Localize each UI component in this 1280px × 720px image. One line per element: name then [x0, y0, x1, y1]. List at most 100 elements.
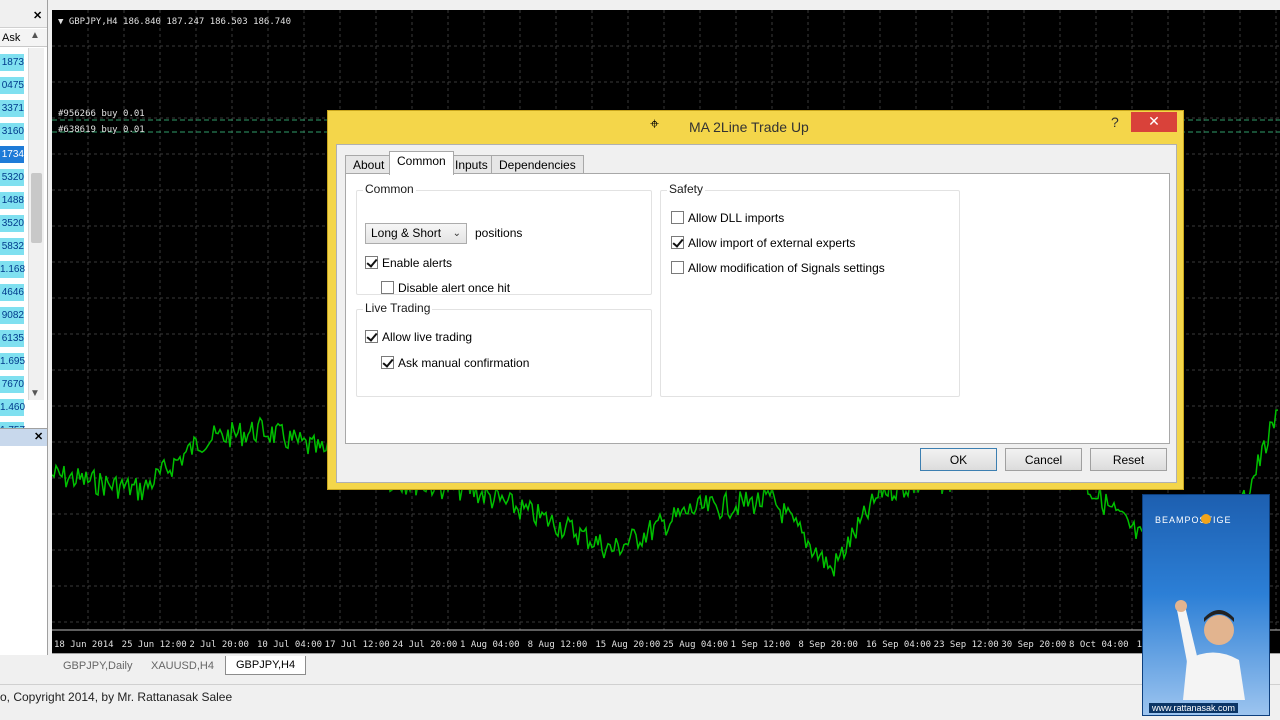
ask-price: 1873: [0, 54, 24, 71]
time-axis-label: 23 Sep 12:00: [934, 640, 999, 650]
ask-price: 5832: [0, 238, 24, 255]
time-axis-label: 1 Sep 12:00: [731, 640, 791, 650]
status-text: o, Copyright 2014, by Mr. Rattanasak Sal…: [0, 690, 233, 704]
allow-modification-signals-checkbox[interactable]: [671, 261, 684, 275]
chart-symbol-header: ▼ GBPJPY,H4 186.840 187.247 186.503 186.…: [58, 17, 291, 27]
enable-alerts-option[interactable]: Enable alerts: [365, 255, 452, 271]
navigator-body: [0, 446, 47, 655]
ask-price: 1.168: [0, 261, 25, 278]
time-axis-label: 1 Aug 04:00: [460, 640, 520, 650]
enable-alerts-checkbox[interactable]: [365, 256, 378, 270]
ask-price: 3160: [0, 123, 24, 140]
ask-column-header[interactable]: Ask: [2, 32, 20, 44]
positions-select[interactable]: Long & Short ⌄: [365, 223, 467, 244]
allow-import-external-experts-label: Allow import of external experts: [688, 235, 856, 250]
market-watch-row[interactable]: 7670: [0, 376, 26, 397]
disable-alert-once-hit-label: Disable alert once hit: [398, 280, 511, 295]
market-watch-row[interactable]: 1.695: [0, 353, 26, 374]
market-watch-rows: 1873 0475 3371 3160 1734 5320 1488 3520 5832 1.16…: [0, 52, 30, 443]
close-button[interactable]: ✕: [1131, 112, 1177, 132]
market-watch-row[interactable]: 5832: [0, 238, 26, 259]
ask-price: 3520: [0, 215, 24, 232]
market-watch-row[interactable]: 0475: [0, 77, 26, 98]
allow-import-external-experts-option[interactable]: Allow import of external experts: [671, 235, 855, 251]
ask-price: 9082: [0, 307, 24, 324]
tab-inputs[interactable]: Inputs: [447, 155, 496, 174]
chart-tab-gbpjpy-h4[interactable]: GBPJPY,H4: [225, 656, 307, 675]
market-watch-row[interactable]: 1488: [0, 192, 26, 213]
dialog-title: MA 2Line Trade Up: [689, 119, 809, 135]
watermark-logo: BEAMPOSTIGE: [1155, 515, 1232, 525]
time-axis-label: 25 Jun 12:00: [122, 640, 187, 650]
ask-price: 1.695: [0, 353, 25, 370]
market-watch-titlebar: ✕: [0, 0, 47, 28]
market-watch-row[interactable]: 1873: [0, 54, 26, 75]
navigator-close-icon[interactable]: ✕: [34, 430, 43, 443]
market-watch-row[interactable]: 1.168: [0, 261, 26, 282]
tab-common[interactable]: Common: [389, 151, 454, 175]
time-axis-label: 8 Sep 20:00: [798, 640, 858, 650]
time-axis-label: 25 Aug 04:00: [663, 640, 728, 650]
reset-button[interactable]: Reset: [1090, 448, 1167, 471]
market-watch-row[interactable]: 1.460: [0, 399, 26, 420]
time-axis-label: 8 Aug 12:00: [528, 640, 588, 650]
allow-dll-imports-option[interactable]: Allow DLL imports: [671, 210, 784, 226]
live-trading-group: Live Trading Allow live trading Ask manu…: [356, 301, 652, 397]
safety-group: Safety Allow DLL imports Allow import of…: [660, 182, 960, 397]
positions-label: positions: [475, 226, 523, 240]
market-watch-row[interactable]: 5320: [0, 169, 26, 190]
allow-modification-signals-option[interactable]: Allow modification of Signals settings: [671, 260, 885, 276]
market-watch-row[interactable]: 4646: [0, 284, 26, 305]
ask-price: 3371: [0, 100, 24, 117]
time-axis-label: 10 Jul 04:00: [257, 640, 322, 650]
market-watch-row[interactable]: 6135: [0, 330, 26, 351]
market-watch-row[interactable]: 1734: [0, 146, 26, 167]
chart-tab-xauusd-h4[interactable]: XAUUSD,H4: [140, 656, 225, 675]
market-watch-row[interactable]: 3520: [0, 215, 26, 236]
disable-alert-once-hit-checkbox[interactable]: [381, 281, 394, 295]
ask-price: 4646: [0, 284, 24, 301]
help-icon[interactable]: ?: [1111, 114, 1119, 130]
live-trading-group-title: Live Trading: [363, 301, 433, 315]
cancel-button[interactable]: Cancel: [1005, 448, 1082, 471]
market-watch-row[interactable]: 3160: [0, 123, 26, 144]
market-watch-close-icon[interactable]: ✕: [33, 9, 42, 22]
common-group-title: Common: [363, 182, 416, 196]
scrollbar-thumb[interactable]: [31, 173, 42, 243]
time-axis-label: 8 Oct 04:00: [1069, 640, 1129, 650]
allow-live-trading-option[interactable]: Allow live trading: [365, 329, 472, 345]
allow-import-external-experts-checkbox[interactable]: [671, 236, 684, 250]
ask-price: 1.460: [0, 399, 25, 416]
tab-dependencies[interactable]: Dependencies: [491, 155, 584, 174]
market-watch-column-header: Ask ▲: [0, 29, 47, 47]
time-axis-label: 15 Aug 20:00: [595, 640, 660, 650]
scroll-up-icon[interactable]: ▲: [30, 30, 40, 41]
navigator-header: ✕: [0, 428, 47, 446]
market-watch-row[interactable]: 3371: [0, 100, 26, 121]
watermark-url: www.rattanasak.com: [1149, 703, 1239, 713]
allow-dll-imports-label: Allow DLL imports: [688, 210, 785, 225]
ask-price: 6135: [0, 330, 24, 347]
ask-manual-confirmation-label: Ask manual confirmation: [398, 355, 530, 370]
chart-tab-gbpjpy-daily[interactable]: GBPJPY,Daily: [52, 656, 144, 675]
market-watch-row[interactable]: 9082: [0, 307, 26, 328]
common-group: Common Long & Short ⌄ positions Enable a…: [356, 182, 652, 296]
time-axis-label: 30 Sep 20:00: [1001, 640, 1066, 650]
allow-live-trading-checkbox[interactable]: [365, 330, 378, 344]
common-tab-panel: Common Long & Short ⌄ positions Enable a…: [345, 173, 1170, 444]
market-watch-scrollbar[interactable]: [28, 48, 44, 400]
scroll-down-icon[interactable]: ▼: [30, 388, 40, 399]
allow-dll-imports-checkbox[interactable]: [671, 211, 684, 225]
positions-select-value: Long & Short: [371, 226, 442, 240]
ask-manual-confirmation-option[interactable]: Ask manual confirmation: [381, 355, 529, 371]
allow-modification-signals-label: Allow modification of Signals settings: [688, 260, 885, 275]
ok-button[interactable]: OK: [920, 448, 997, 471]
ask-manual-confirmation-checkbox[interactable]: [381, 356, 394, 370]
ask-price: 7670: [0, 376, 24, 393]
disable-alert-once-hit-option[interactable]: Disable alert once hit: [381, 280, 510, 296]
time-axis-label: 24 Jul 20:00: [392, 640, 457, 650]
dialog-body: About Common Inputs Dependencies Common …: [336, 144, 1177, 483]
dialog-titlebar[interactable]: MA 2Line Trade Up ? ✕: [328, 111, 1183, 142]
tab-about[interactable]: About: [345, 155, 393, 174]
mouse-cursor-icon: ⌖: [650, 116, 660, 133]
